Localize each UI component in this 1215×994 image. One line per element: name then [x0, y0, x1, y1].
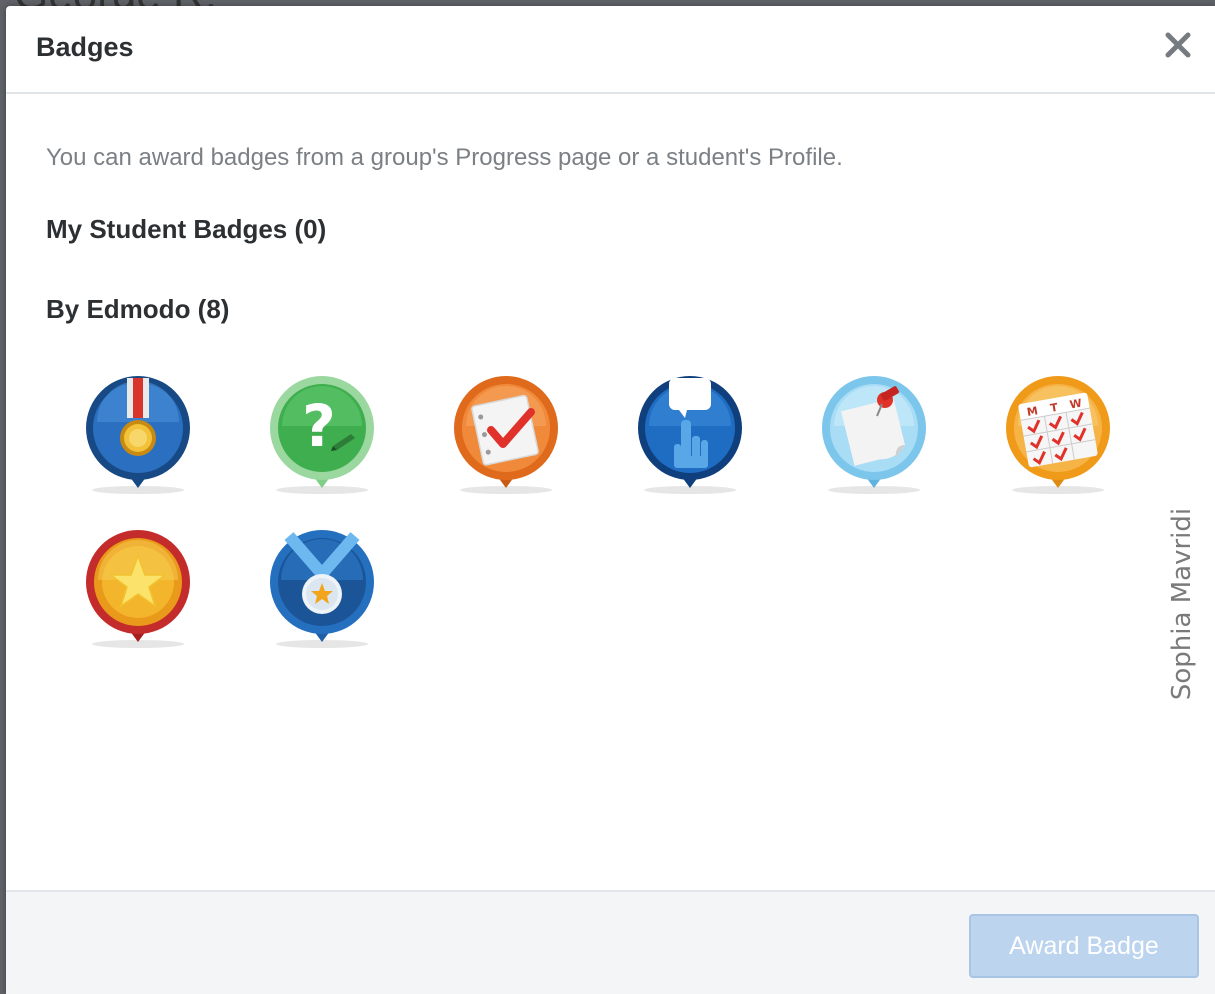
my-student-badges-heading: My Student Badges (0) [46, 214, 327, 244]
modal-header: Badges [6, 6, 1215, 94]
badges-modal: Badges You can award badges from a group… [6, 6, 1215, 994]
question-mark-badge-icon[interactable]: ? [267, 372, 377, 498]
modal-title: Badges [36, 32, 134, 62]
svg-text:?: ? [302, 392, 336, 460]
modal-body: You can award badges from a group's Prog… [6, 94, 1215, 890]
calendar-badge-icon[interactable]: M T W [1003, 372, 1113, 498]
watermark-text: Sophia Mavridi [1167, 507, 1197, 701]
close-icon[interactable] [1161, 28, 1195, 62]
watermark: Sophia Mavridi [1160, 504, 1204, 704]
star-badge-icon[interactable] [83, 526, 193, 652]
modal-footer: Award Badge [6, 890, 1215, 994]
star-medal-badge-icon[interactable] [267, 526, 377, 652]
calendar-day-monday: M [1026, 404, 1039, 419]
pinned-note-badge-icon[interactable] [819, 372, 929, 498]
checklist-badge-icon[interactable] [451, 372, 561, 498]
raised-hand-badge-icon[interactable] [635, 372, 745, 498]
by-edmodo-heading: By Edmodo (8) [46, 294, 230, 324]
medal-ribbon-badge-icon[interactable] [83, 372, 193, 498]
award-badge-button[interactable]: Award Badge [969, 914, 1199, 978]
intro-text: You can award badges from a group's Prog… [46, 144, 843, 171]
